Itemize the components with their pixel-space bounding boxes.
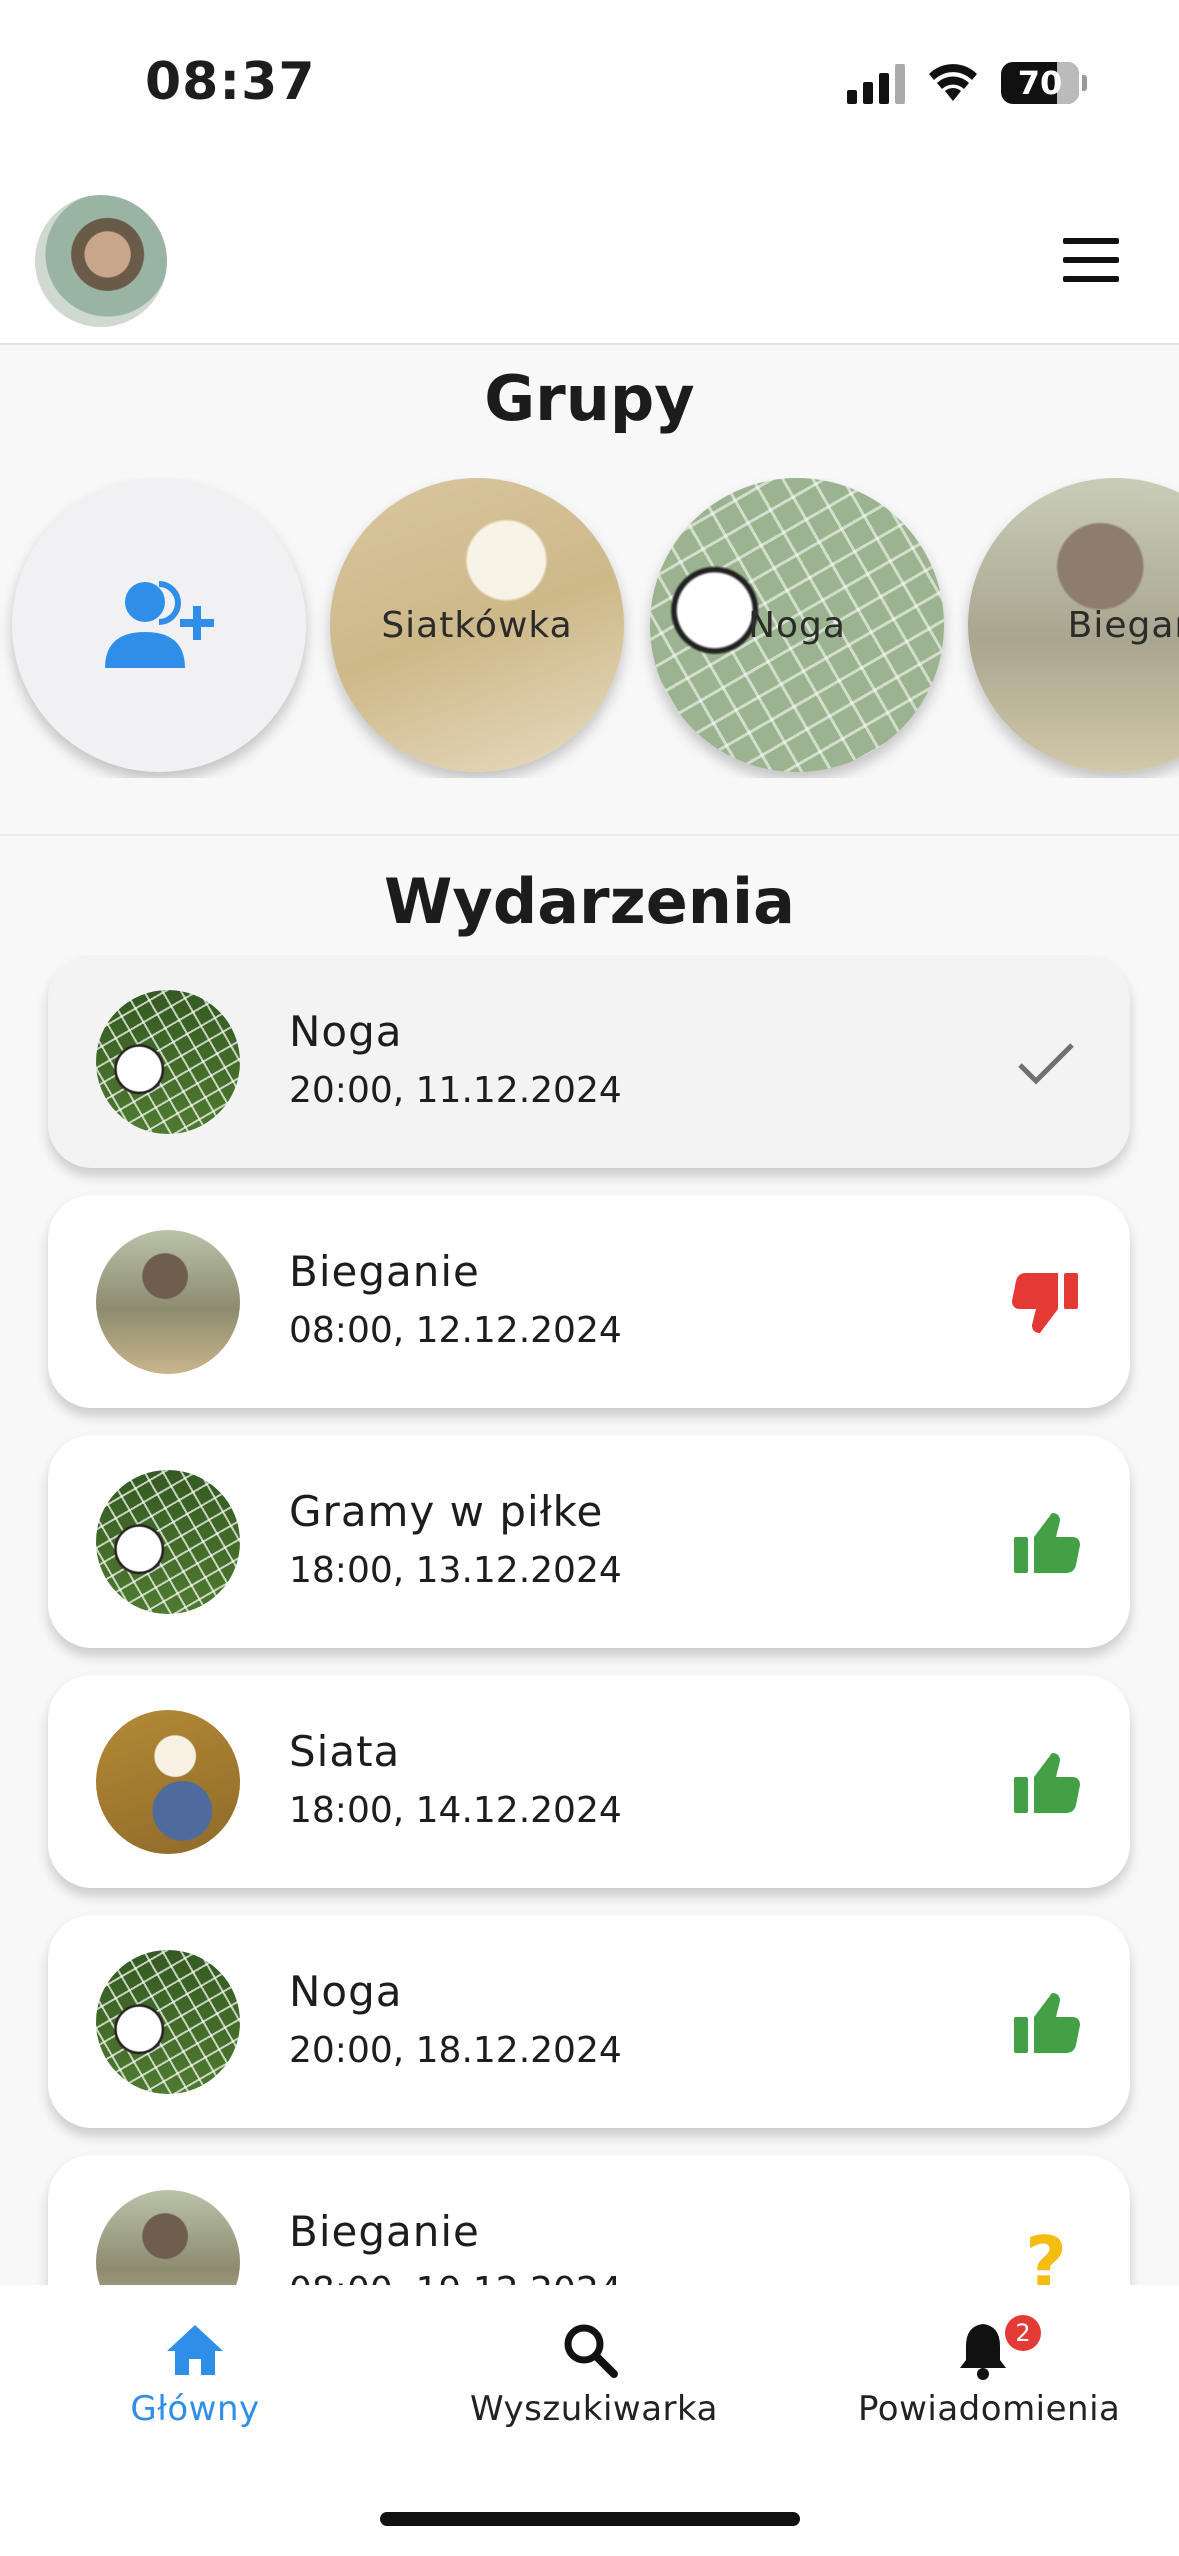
add-group-button[interactable] xyxy=(12,478,306,772)
event-name: Noga xyxy=(289,1967,403,2016)
app-header xyxy=(0,180,1179,345)
hamburger-menu-icon[interactable] xyxy=(1063,238,1119,282)
event-date: 08:00, 12.12.2024 xyxy=(289,1310,622,1351)
event-thumbnail xyxy=(96,1230,240,1374)
event-thumbnail xyxy=(96,1950,240,2094)
nav-home[interactable]: Główny xyxy=(120,2315,270,2429)
thumbs-up-icon[interactable] xyxy=(1010,1507,1082,1579)
search-icon xyxy=(470,2315,710,2385)
section-divider xyxy=(0,834,1179,836)
group-noga[interactable]: Noga xyxy=(650,478,944,772)
home-indicator xyxy=(380,2512,800,2526)
question-mark: ? xyxy=(1025,2221,1067,2285)
event-date: 08:00, 19.12.2024 xyxy=(289,2270,622,2285)
bell-icon: 2 xyxy=(858,2315,1108,2385)
group-bieganie[interactable]: Bieganie xyxy=(968,478,1179,772)
event-thumbnail xyxy=(96,2190,240,2285)
status-bar: 08:37 70 xyxy=(0,0,1179,180)
events-title: Wydarzenia xyxy=(384,865,795,938)
event-thumbnail xyxy=(96,1470,240,1614)
group-label: Noga xyxy=(748,604,846,646)
groups-title: Grupy xyxy=(484,362,695,435)
cellular-signal-icon xyxy=(847,62,905,104)
event-thumbnail xyxy=(96,990,240,1134)
event-card[interactable]: Noga 20:00, 11.12.2024 xyxy=(48,955,1130,1168)
nav-label: Główny xyxy=(130,2389,260,2429)
add-group-icon xyxy=(105,581,214,668)
battery-icon: 70 xyxy=(1001,62,1087,104)
check-icon[interactable] xyxy=(1010,1027,1082,1099)
nav-search[interactable]: Wyszukiwarka xyxy=(470,2315,718,2429)
thumbs-down-icon[interactable] xyxy=(1010,1267,1082,1339)
events-list: Noga 20:00, 11.12.2024 Bieganie 08:00, 1… xyxy=(0,955,1179,2285)
event-date: 18:00, 14.12.2024 xyxy=(289,1790,622,1831)
nav-label: Wyszukiwarka xyxy=(470,2389,718,2429)
nav-notifications[interactable]: 2 Powiadomienia xyxy=(858,2315,1121,2429)
event-card[interactable]: Siata 18:00, 14.12.2024 xyxy=(48,1675,1130,1888)
event-thumbnail xyxy=(96,1710,240,1854)
group-label: Siatkówka xyxy=(381,604,573,646)
groups-carousel[interactable]: Siatkówka Noga Bieganie xyxy=(0,478,1179,778)
event-card[interactable]: Noga 20:00, 18.12.2024 xyxy=(48,1915,1130,2128)
status-icons: 70 xyxy=(847,62,1087,104)
event-name: Siata xyxy=(289,1727,401,1776)
group-label: Bieganie xyxy=(1067,604,1179,646)
event-date: 18:00, 13.12.2024 xyxy=(289,1550,622,1591)
status-time: 08:37 xyxy=(145,52,316,112)
nav-label: Powiadomienia xyxy=(858,2389,1121,2429)
thumbs-up-icon[interactable] xyxy=(1010,1987,1082,2059)
event-card[interactable]: Bieganie 08:00, 19.12.2024 ? xyxy=(48,2155,1130,2285)
event-date: 20:00, 18.12.2024 xyxy=(289,2030,622,2071)
event-name: Noga xyxy=(289,1007,403,1056)
event-card[interactable]: Gramy w piłke 18:00, 13.12.2024 xyxy=(48,1435,1130,1648)
thumbs-up-icon[interactable] xyxy=(1010,1747,1082,1819)
event-date: 20:00, 11.12.2024 xyxy=(289,1070,622,1111)
question-icon[interactable]: ? xyxy=(1010,2221,1082,2285)
battery-level: 70 xyxy=(1017,64,1063,102)
user-avatar[interactable] xyxy=(35,195,167,327)
home-icon xyxy=(120,2315,270,2385)
event-card[interactable]: Bieganie 08:00, 12.12.2024 xyxy=(48,1195,1130,1408)
event-name: Bieganie xyxy=(289,1247,480,1296)
notification-badge: 2 xyxy=(1005,2315,1041,2351)
wifi-icon xyxy=(929,64,977,101)
event-name: Bieganie xyxy=(289,2207,480,2256)
event-name: Gramy w piłke xyxy=(289,1487,604,1536)
group-siatkowka[interactable]: Siatkówka xyxy=(330,478,624,772)
